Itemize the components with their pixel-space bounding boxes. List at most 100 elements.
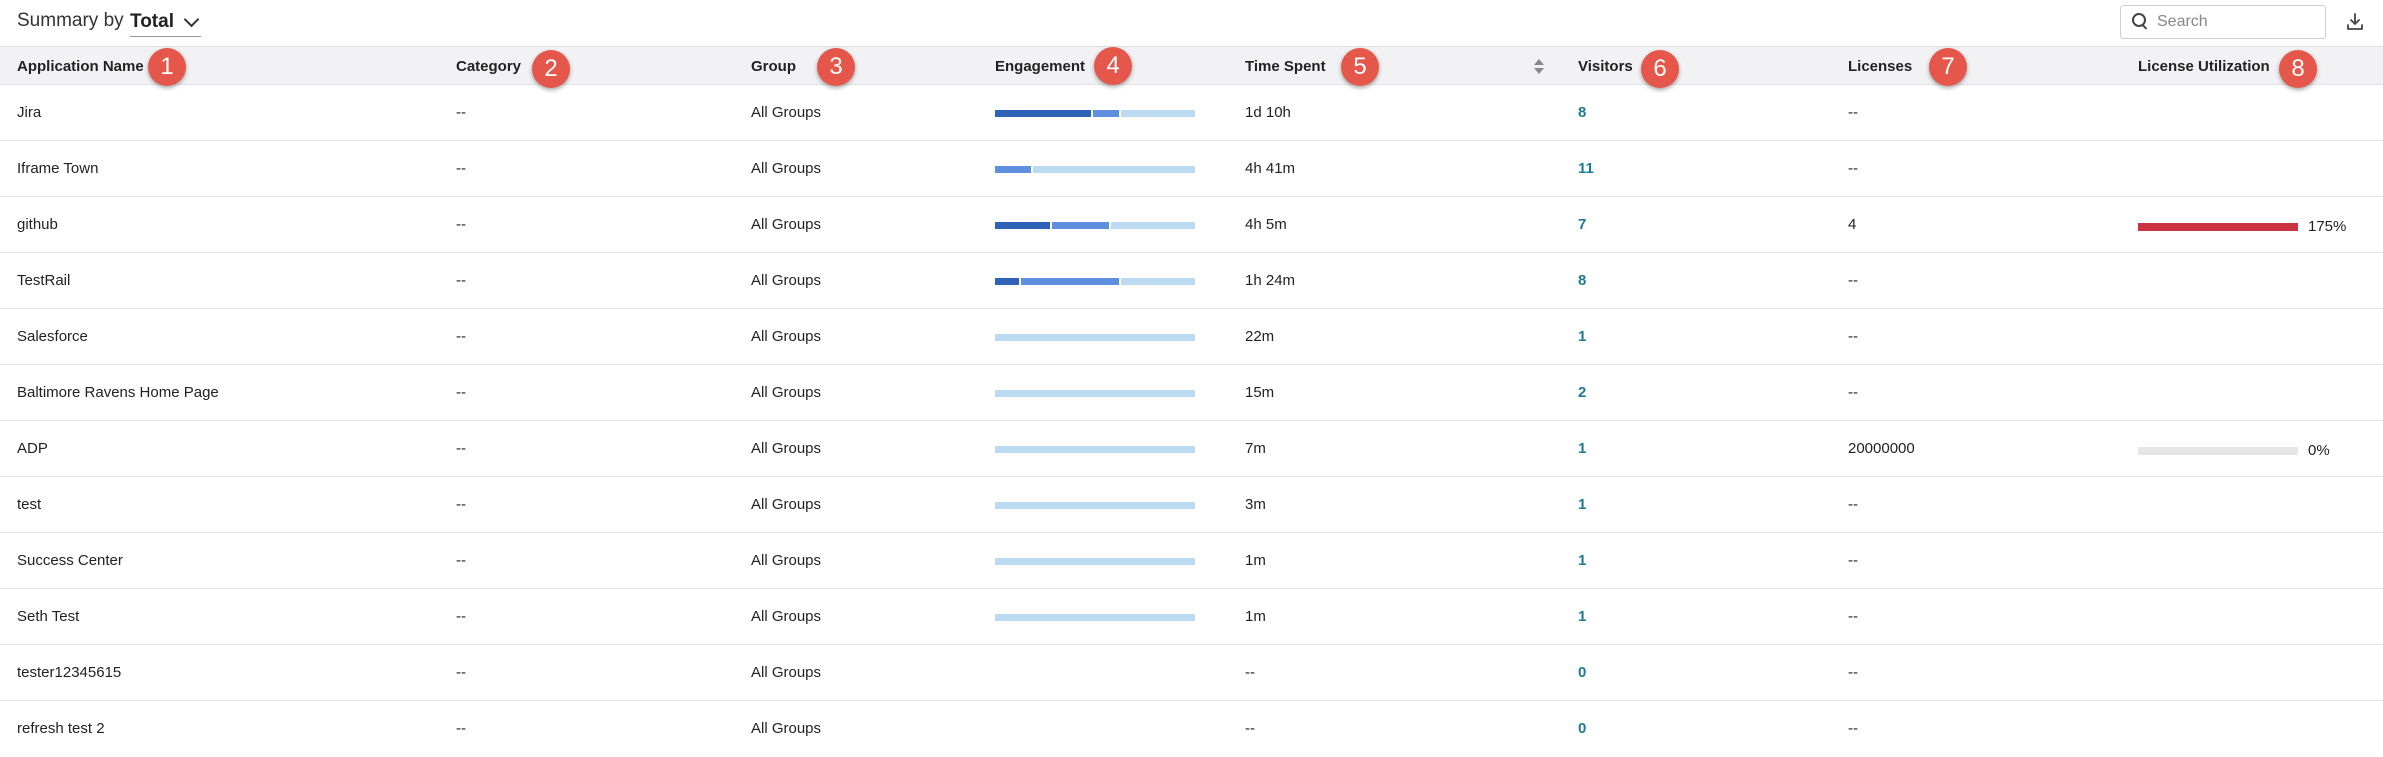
engagement-segment [995,166,1031,173]
engagement-segment [995,222,1050,229]
engagement-segment [1020,278,1119,285]
engagement-segment [1051,222,1109,229]
time-spent-cell: 15m [1245,384,1275,401]
engagement-segment [995,614,1195,621]
engagement-segment [995,110,1092,117]
application-name-cell: Seth Test [17,608,80,625]
column-header-category[interactable]: Category [456,47,521,86]
toolbar: Summary by Total [0,0,2383,46]
annotation-badge-5: 5 [1341,48,1379,86]
time-spent-cell: 1m [1245,608,1266,625]
column-header-group[interactable]: Group [751,47,796,86]
visitors-link[interactable]: 1 [1578,589,1586,644]
time-spent-cell: 4h 41m [1245,160,1296,177]
table-row[interactable]: ADP -- All Groups 7m 1 20000000 0% [0,421,2383,477]
engagement-bar [995,446,1195,453]
utilization-fill [2138,222,2298,231]
column-header-time-spent[interactable]: Time Spent [1245,47,1326,86]
visitors-link[interactable]: 0 [1578,701,1586,756]
visitors-link[interactable]: 1 [1578,533,1586,588]
table-row[interactable]: Iframe Town -- All Groups 4h 41m 11 -- [0,141,2383,197]
sort-icon[interactable] [1533,58,1545,76]
application-name-cell: Iframe Town [17,160,99,177]
engagement-segment [995,278,1019,285]
visitors-link[interactable]: 8 [1578,253,1586,308]
search-icon [2131,12,2151,32]
application-name-cell: tester12345615 [17,664,122,681]
column-header-licenses[interactable]: Licenses [1848,47,1912,86]
licenses-cell: -- [1848,272,1858,289]
engagement-segment [1093,110,1119,117]
column-header-application-name[interactable]: Application Name [17,47,144,86]
visitors-link[interactable]: 2 [1578,365,1586,420]
engagement-segment [995,502,1195,509]
engagement-segment [1120,278,1195,285]
visitors-link[interactable]: 1 [1578,421,1586,476]
visitors-link[interactable]: 1 [1578,477,1586,532]
table-row[interactable]: refresh test 2 -- All Groups -- 0 -- [0,701,2383,757]
search-input[interactable] [2155,12,2319,32]
engagement-bar [995,222,1195,229]
table-row[interactable]: Success Center -- All Groups 1m 1 -- [0,533,2383,589]
licenses-cell: -- [1848,496,1858,513]
licenses-cell: -- [1848,160,1858,177]
column-header-visitors[interactable]: Visitors [1578,47,1633,86]
table-row[interactable]: TestRail -- All Groups 1h 24m 8 -- [0,253,2383,309]
engagement-bar [995,166,1195,173]
visitors-link[interactable]: 8 [1578,85,1586,140]
category-cell: -- [456,160,466,177]
engagement-segment [995,390,1195,397]
table-row[interactable]: tester12345615 -- All Groups -- 0 -- [0,645,2383,701]
table-row[interactable]: github -- All Groups 4h 5m 7 4 175% [0,197,2383,253]
time-spent-cell: 3m [1245,496,1266,513]
category-cell: -- [456,720,466,737]
category-cell: -- [456,216,466,233]
time-spent-cell: 1h 24m [1245,272,1296,289]
group-cell: All Groups [751,328,822,345]
application-name-cell: Success Center [17,552,123,569]
utilization-percent: 0% [2308,442,2330,459]
visitors-link[interactable]: 1 [1578,309,1586,364]
table-row[interactable]: Salesforce -- All Groups 22m 1 -- [0,309,2383,365]
licenses-cell: 4 [1848,216,1857,233]
column-header-engagement[interactable]: Engagement [995,47,1085,86]
visitors-link[interactable]: 7 [1578,197,1586,252]
summary-by-dropdown[interactable]: Total [130,8,201,37]
application-name-cell: github [17,216,58,233]
visitors-link[interactable]: 11 [1578,141,1594,196]
group-cell: All Groups [751,552,822,569]
licenses-cell: -- [1848,328,1858,345]
licenses-cell: -- [1848,720,1858,737]
application-name-cell: refresh test 2 [17,720,105,737]
engagement-bar [995,334,1195,341]
visitors-link[interactable]: 0 [1578,645,1586,700]
annotation-badge-7: 7 [1929,48,1967,86]
table-row[interactable]: test -- All Groups 3m 1 -- [0,477,2383,533]
engagement-bar [995,558,1195,565]
search-box[interactable] [2120,5,2326,39]
engagement-bar [995,502,1195,509]
application-name-cell: TestRail [17,272,71,289]
annotation-badge-3: 3 [817,48,855,86]
time-spent-cell: 4h 5m [1245,216,1287,233]
category-cell: -- [456,496,466,513]
licenses-cell: 20000000 [1848,440,1915,457]
engagement-segment [1032,166,1195,173]
group-cell: All Groups [751,664,822,681]
group-cell: All Groups [751,216,822,233]
licenses-cell: -- [1848,552,1858,569]
utilization-track [2138,446,2298,455]
application-name-cell: Baltimore Ravens Home Page [17,384,219,401]
download-icon[interactable] [2344,11,2366,33]
engagement-segment [995,334,1195,341]
category-cell: -- [456,552,466,569]
application-name-cell: Jira [17,104,42,121]
application-name-cell: Salesforce [17,328,88,345]
group-cell: All Groups [751,496,822,513]
chevron-down-icon [183,11,200,28]
table-row[interactable]: Jira -- All Groups 1d 10h 8 -- [0,85,2383,141]
group-cell: All Groups [751,440,822,457]
column-header-license-utilization[interactable]: License Utilization [2138,47,2270,86]
table-row[interactable]: Seth Test -- All Groups 1m 1 -- [0,589,2383,645]
table-row[interactable]: Baltimore Ravens Home Page -- All Groups 15… [0,365,2383,421]
